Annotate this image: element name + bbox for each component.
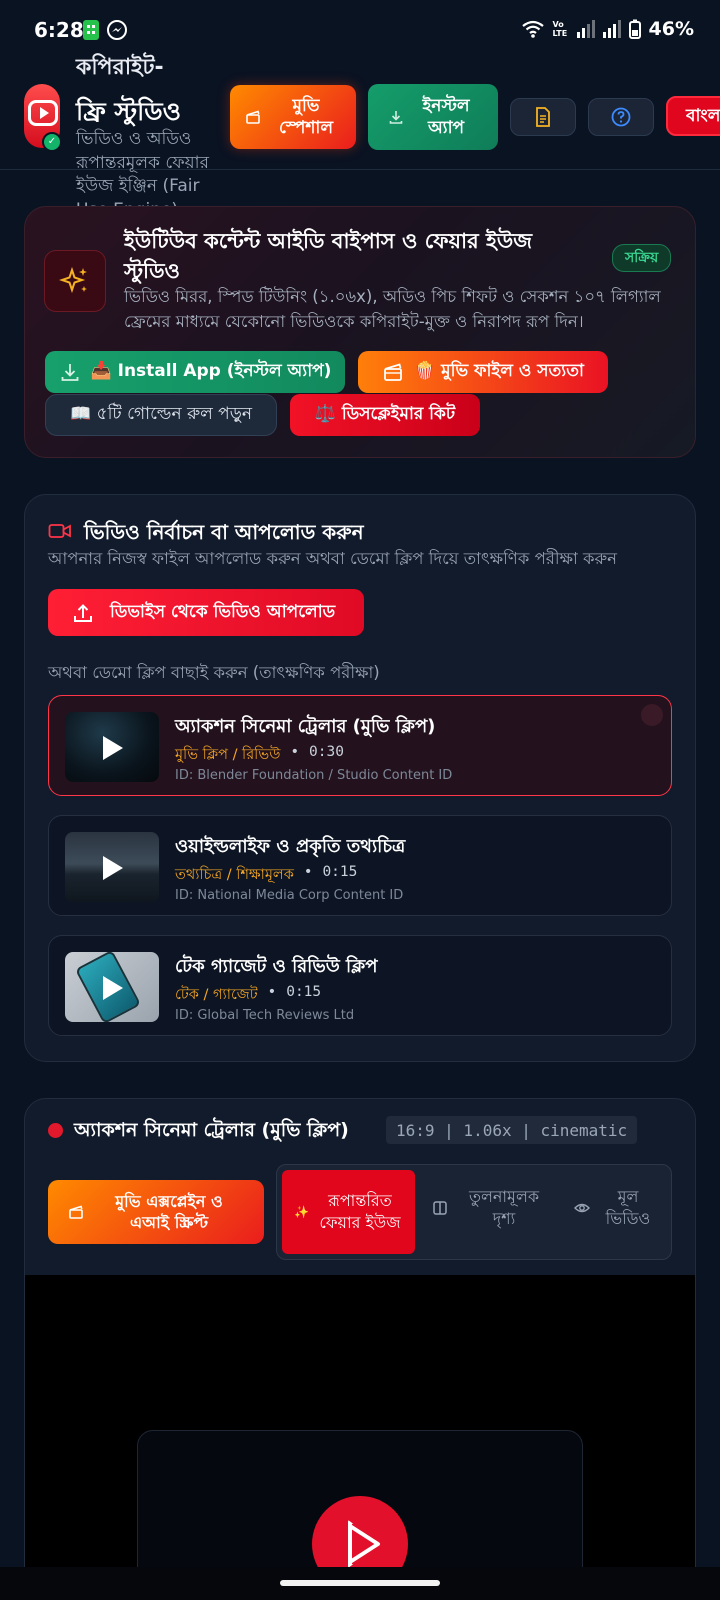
upload-video-label: ডিভাইস থেকে ভিডিও আপলোড [110, 601, 336, 622]
clip-item-tech-gadget[interactable]: টেক গ্যাজেট ও রিভিউ ক্লিপ টেক / গ্যাজেট … [48, 935, 672, 1036]
movie-special-label: মুভি স্পেশাল [278, 96, 334, 138]
install-app-button-label: 📥 Install App (ইনস্টল অ্যাপ) [90, 361, 332, 381]
app-notification-icon [83, 20, 99, 40]
clip-thumbnail [65, 952, 159, 1022]
disclaimer-kit-label: ⚖️ ডিসক্লেইমার কিট [314, 404, 456, 424]
hero-title: ইউটিউব কন্টেন্ট আইডি বাইপাস ও ফেয়ার ইউজ… [124, 229, 533, 283]
download-icon [389, 111, 403, 124]
eye-icon [574, 1203, 590, 1213]
clapperboard-icon [69, 1205, 83, 1219]
movie-explain-label: মুভি এক্সপ্লেইন ও এআই স্ক্রিপ্ট [115, 1192, 223, 1232]
hero-description: ভিডিও মিরর, স্পিড টিউনিং (১.০৬x), অডিও প… [124, 287, 661, 331]
clip-category: মুভি ক্লিপ / রিভিউ [175, 747, 281, 763]
clip-meta: মুভি ক্লিপ / রিভিউ • 0:30 [175, 744, 344, 768]
player-title: অ্যাকশন সিনেমা ট্রেলার (মুভি ক্লিপ) [74, 1119, 349, 1141]
signal-icon-2 [602, 20, 621, 38]
status-notification-icons [82, 19, 128, 41]
tab-compare-label: তুলনামূলক দৃশ্য [468, 1187, 540, 1228]
video-spec-tag: 16:9 | 1.06x | cinematic [386, 1116, 638, 1144]
video-camera-icon [48, 524, 71, 538]
hero-icon-box [44, 250, 106, 312]
movie-explain-button[interactable]: মুভি এক্সপ্লেইন ও এআই স্ক্রিপ্ট [48, 1180, 264, 1244]
clip-duration: 0:30 [309, 744, 344, 760]
tab-transformed[interactable]: ✨ রূপান্তরিত ফেয়ার ইউজ [282, 1170, 415, 1254]
play-icon [103, 736, 123, 760]
disclaimer-kit-button[interactable]: ⚖️ ডিসক্লেইমার কিট [290, 394, 480, 436]
sparkles-icon [59, 266, 87, 294]
clip-content-id: ID: Blender Foundation / Studio Content … [175, 768, 453, 783]
clip-meta: টেক / গ্যাজেট • 0:15 [175, 984, 321, 1008]
clip-duration: 0:15 [322, 864, 358, 880]
clip-meta: তথ্যচিত্র / শিক্ষামূলক • 0:15 [175, 864, 357, 888]
clip-duration: 0:15 [286, 984, 322, 1000]
help-icon [611, 107, 631, 127]
demo-clips-label: অথবা ডেমো ক্লিপ বাছাই করুন (তাৎক্ষণিক পর… [48, 663, 380, 682]
clip-item-action-trailer[interactable]: অ্যাকশন সিনেমা ট্রেলার (মুভি ক্লিপ) মুভি… [48, 695, 672, 796]
clip-item-wildlife[interactable]: ওয়াইল্ডলাইফ ও প্রকৃতি তথ্যচিত্র তথ্যচিত… [48, 815, 672, 916]
meta-separator: • [303, 864, 313, 880]
play-icon [103, 856, 123, 880]
sparkles-icon: ✨ [294, 1205, 309, 1219]
play-icon [348, 1524, 380, 1564]
clip-content-id: ID: National Media Corp Content ID [175, 888, 404, 903]
install-app-header-button[interactable]: ইনস্টল অ্যাপ [368, 84, 498, 150]
youtube-play-icon [28, 100, 58, 126]
selected-indicator [641, 704, 663, 726]
install-app-label: ইনস্টল অ্যাপ [422, 96, 470, 138]
clip-category: তথ্যচিত্র / শিক্ষামূলক [175, 867, 294, 883]
tab-compare[interactable]: তুলনামূলক দৃশ্য [432, 1186, 560, 1230]
app-title-top: কপিরাইট- [76, 55, 164, 80]
recording-dot [48, 1123, 63, 1138]
clapperboard-icon [246, 110, 260, 124]
movie-file-button[interactable]: 🍿 মুভি ফাইল ও সত্যতা [358, 351, 608, 393]
language-label: বাংলা [686, 106, 720, 126]
language-button[interactable]: বাংলা [666, 96, 720, 136]
battery-icon [628, 19, 641, 39]
wifi-icon [521, 20, 544, 38]
upload-video-button[interactable]: ডিভাইস থেকে ভিডিও আপলোড [48, 589, 364, 636]
home-gesture-handle[interactable] [280, 1580, 440, 1586]
movie-file-button-label: 🍿 মুভি ফাইল ও সত্যতা [414, 361, 584, 381]
install-app-button[interactable]: 📥 Install App (ইনস্টল অ্যাপ) [45, 351, 345, 393]
document-button[interactable] [510, 98, 576, 136]
messenger-icon [107, 20, 127, 40]
golden-rules-button[interactable]: 📖 ৫টি গোল্ডেন রুল পড়ুন [45, 394, 277, 436]
help-button[interactable] [588, 98, 654, 136]
split-view-icon [433, 1201, 447, 1215]
document-icon [536, 107, 550, 127]
upload-icon [74, 603, 92, 622]
clip-title: অ্যাকশন সিনেমা ট্রেলার (মুভি ক্লিপ) [175, 716, 436, 737]
shield-check-icon: ✓ [42, 132, 62, 152]
clip-thumbnail [65, 832, 159, 902]
video-select-subtitle: আপনার নিজস্ব ফাইল আপলোড করুন অথবা ডেমো ক… [48, 549, 618, 568]
clip-title: টেক গ্যাজেট ও রিভিউ ক্লিপ [175, 956, 378, 977]
play-icon [103, 976, 123, 1000]
tab-original[interactable]: মূল ভিডিও [574, 1186, 670, 1230]
clip-category: টেক / গ্যাজেট [175, 987, 258, 1003]
tab-original-label: মূল ভিডিও [605, 1187, 651, 1228]
status-right-icons: Vo LTE 46% [521, 18, 694, 40]
clip-content-id: ID: Global Tech Reviews Ltd [175, 1008, 355, 1023]
tab-transformed-label: রূপান্তরিত ফেয়ার ইউজ [319, 1191, 401, 1232]
movie-special-button[interactable]: মুভি স্পেশাল [230, 85, 356, 149]
status-badge: সক্রিয় [612, 244, 672, 272]
meta-separator: • [267, 984, 277, 1000]
clip-title: ওয়াইল্ডলাইফ ও প্রকৃতি তথ্যচিত্র [175, 836, 406, 857]
signal-icon-1 [576, 20, 595, 38]
clip-thumbnail [65, 712, 159, 782]
golden-rules-label: 📖 ৫টি গোল্ডেন রুল পড়ুন [69, 404, 253, 424]
battery-percent: 46% [648, 18, 694, 40]
status-time: 6:28 [34, 18, 84, 42]
download-icon [61, 364, 78, 381]
clapperboard-icon [384, 363, 402, 381]
meta-separator: • [290, 744, 299, 760]
volte-icon: Vo LTE [552, 20, 568, 38]
